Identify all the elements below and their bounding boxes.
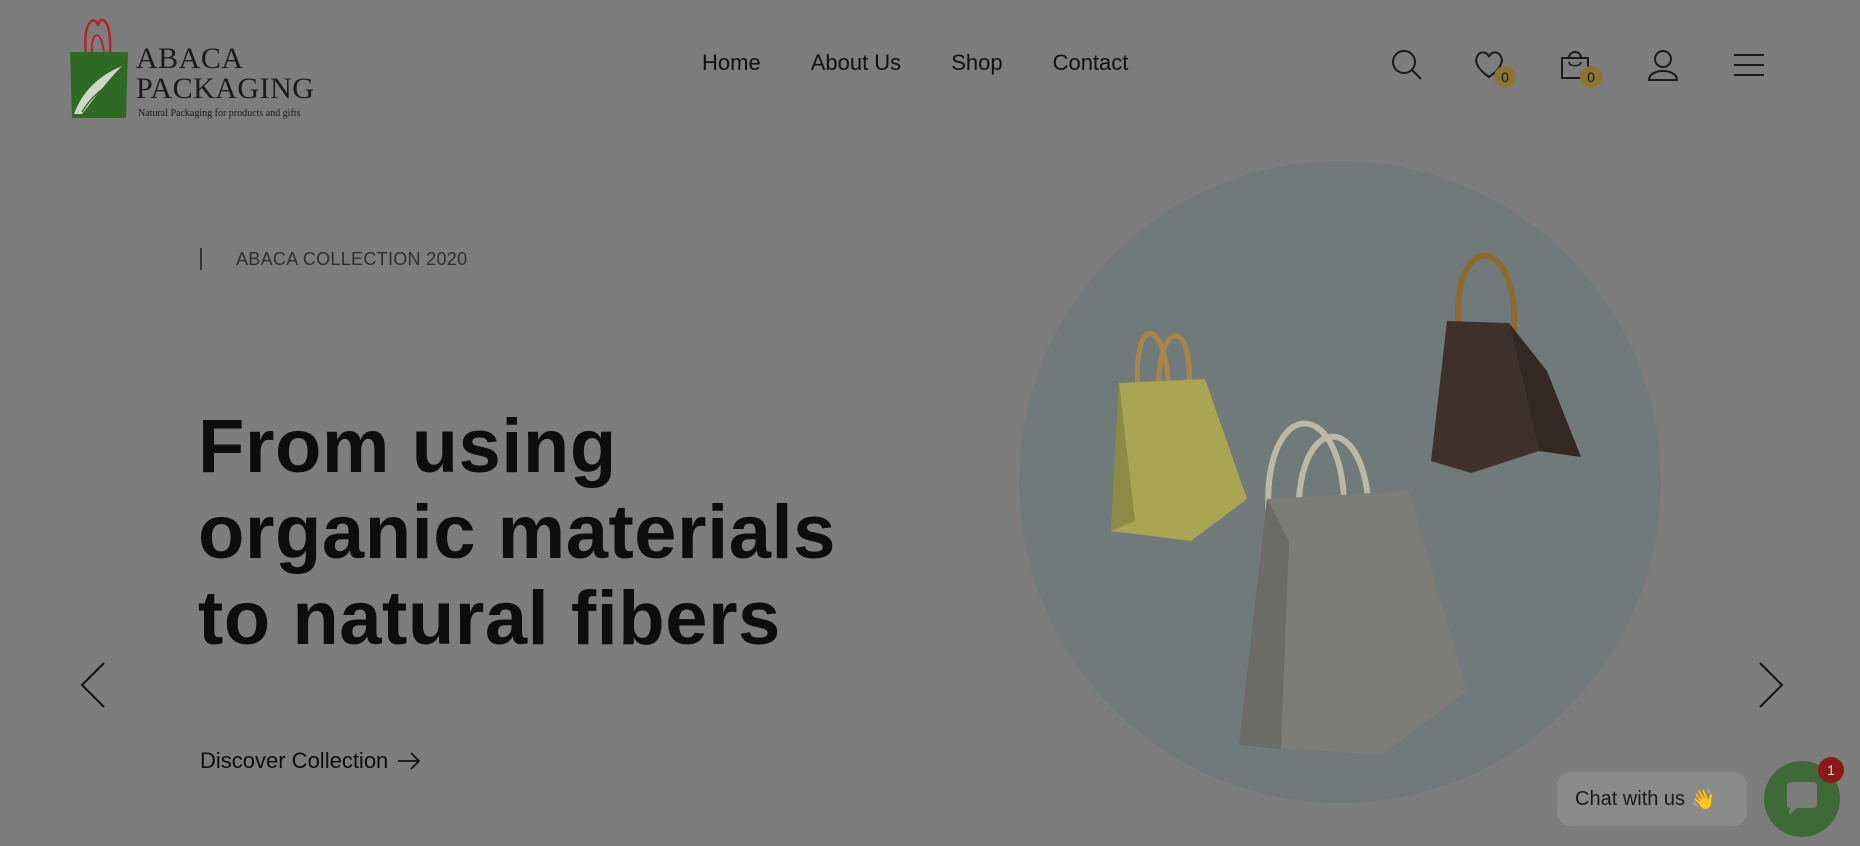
cart-button[interactable]: 0: [1558, 48, 1602, 88]
wishlist-button[interactable]: 0: [1472, 48, 1516, 88]
nav-home[interactable]: Home: [702, 50, 761, 76]
headline-line-2: organic materials: [198, 490, 836, 575]
search-icon: [1392, 50, 1422, 80]
hero-product-image: [1111, 253, 1581, 755]
headline-line-1: From using: [198, 404, 617, 489]
brown-bag: [1431, 253, 1581, 473]
logo-text: ABACA PACKAGING Natural Packaging for pr…: [136, 42, 315, 120]
logo-name-line1: ABACA: [136, 42, 244, 75]
headline-line-3: to natural fibers: [198, 576, 781, 661]
cta-label: Discover Collection: [200, 748, 389, 773]
chevron-left-icon[interactable]: [76, 660, 116, 710]
main-nav: Home About Us Shop Contact: [702, 50, 1128, 76]
search-button[interactable]: [1390, 48, 1426, 84]
chat-with-us-pill[interactable]: Chat with us 👋: [1557, 772, 1747, 826]
logo-name-line2: PACKAGING: [136, 72, 315, 105]
wishlist-count-badge: 0: [1494, 66, 1516, 88]
nav-contact[interactable]: Contact: [1053, 50, 1129, 76]
nav-about-us[interactable]: About Us: [811, 50, 902, 76]
yellow-bag: [1111, 331, 1247, 541]
brand-logo[interactable]: ABACA PACKAGING Natural Packaging for pr…: [68, 14, 328, 120]
menu-button[interactable]: [1732, 48, 1768, 84]
site-header: ABACA PACKAGING Natural Packaging for pr…: [0, 0, 1860, 130]
nav-shop[interactable]: Shop: [951, 50, 1002, 76]
logo-tagline: Natural Packaging for products and gifts: [138, 108, 301, 119]
hero-headline: From using organic materials to natural …: [198, 404, 838, 662]
chat-unread-badge: 1: [1818, 757, 1844, 783]
eyebrow-text: ABACA COLLECTION 2020: [236, 248, 468, 269]
hamburger-menu-icon: [1734, 54, 1764, 76]
account-button[interactable]: [1646, 48, 1682, 84]
logo-bag-icon: [70, 18, 128, 118]
gray-bag: [1239, 420, 1467, 755]
hero-eyebrow: ABACA COLLECTION 2020: [200, 248, 467, 270]
user-icon: [1647, 50, 1679, 81]
chevron-right-icon[interactable]: [1748, 660, 1788, 710]
waving-hand-icon: 👋: [1691, 788, 1716, 811]
chat-label: Chat with us: [1575, 787, 1686, 810]
arrow-right-icon: [398, 752, 421, 770]
cart-count-badge: 0: [1580, 66, 1602, 88]
eyebrow-divider: [200, 248, 202, 270]
chat-bubble-icon: [1787, 782, 1817, 815]
discover-collection-link[interactable]: Discover Collection: [200, 748, 422, 774]
